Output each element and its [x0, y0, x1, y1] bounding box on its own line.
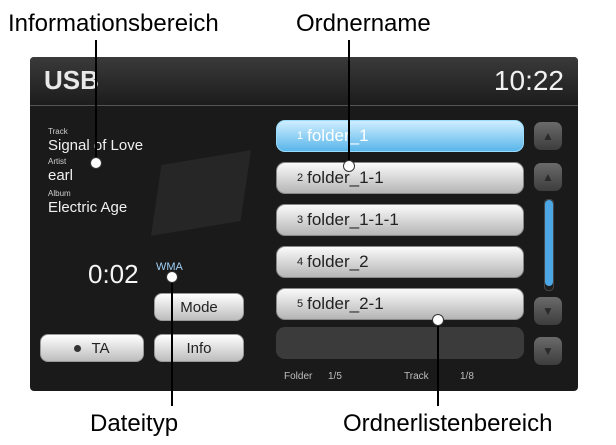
mode-button[interactable]: Mode [154, 293, 244, 321]
folder-row-number: 5 [297, 298, 304, 310]
folder-row[interactable]: 5 folder_2-1 [276, 288, 524, 320]
anchor-dot [166, 271, 178, 283]
album-label: Album [48, 189, 71, 198]
ta-button[interactable]: TA [40, 334, 144, 362]
artist-label: Artist [48, 157, 67, 166]
scroll-top-icon[interactable]: ▲ [534, 122, 562, 150]
track-label: Track [48, 127, 68, 136]
folder-counter-label: Folder [284, 371, 313, 382]
folder-row-number: 3 [297, 214, 304, 226]
folder-counter: 1/5 [328, 371, 342, 382]
callout-folder-name: Ordnername [296, 10, 431, 37]
ta-button-label: TA [91, 339, 110, 357]
top-bar: USB 10:22 [30, 57, 578, 106]
folder-row[interactable]: 1 folder_1 [276, 120, 524, 152]
scroll-up-icon[interactable]: ▲ [534, 163, 562, 191]
folder-row-name: folder_2-1 [307, 294, 384, 313]
track-counter: 1/8 [460, 371, 474, 382]
clock: 10:22 [493, 65, 564, 96]
scrollbar[interactable] [544, 199, 554, 291]
folder-row[interactable]: 3 folder_1-1-1 [276, 204, 524, 236]
callout-folder-list-area: Ordnerlistenbereich [343, 410, 553, 437]
leader-file-type [171, 276, 173, 406]
folder-row[interactable]: 2 folder_1-1 [276, 162, 524, 194]
album-art-placeholder [150, 150, 252, 236]
elapsed-time: 0:02 [88, 259, 139, 289]
artist-name: earl [48, 167, 74, 184]
anchor-dot [343, 160, 355, 172]
leader-folder-list-area [437, 319, 439, 406]
scroll-bottom-icon[interactable]: ▼ [534, 337, 562, 365]
anchor-dot [90, 157, 102, 169]
album-name: Electric Age [48, 199, 128, 216]
mode-button-label: Mode [180, 298, 218, 316]
folder-row-name: folder_1-1-1 [307, 210, 399, 229]
callout-file-type: Dateityp [90, 410, 179, 437]
anchor-dot [432, 314, 444, 326]
folder-row-number: 1 [297, 130, 304, 142]
folder-row-name: folder_1 [307, 126, 369, 145]
folder-row[interactable]: 4 folder_2 [276, 246, 524, 278]
leader-folder-name [348, 40, 350, 166]
info-button[interactable]: Info [154, 334, 244, 362]
leader-info-area [95, 40, 97, 163]
scroll-down-icon[interactable]: ▼ [534, 297, 562, 325]
folder-row-number: 2 [297, 172, 304, 184]
info-button-label: Info [186, 339, 212, 357]
track-counter-label: Track [404, 371, 429, 382]
folder-row-number: 4 [297, 256, 304, 268]
head-unit-screen: USB 10:22 Track Signal of Love Artist ea… [30, 57, 578, 391]
source-label: USB [44, 65, 99, 95]
empty-folder-slot [276, 327, 524, 359]
scrollbar-thumb[interactable] [545, 200, 553, 286]
ta-indicator-icon [74, 344, 82, 352]
callout-info-area: Informationsbereich [8, 10, 219, 37]
folder-row-name: folder_2 [307, 252, 369, 271]
